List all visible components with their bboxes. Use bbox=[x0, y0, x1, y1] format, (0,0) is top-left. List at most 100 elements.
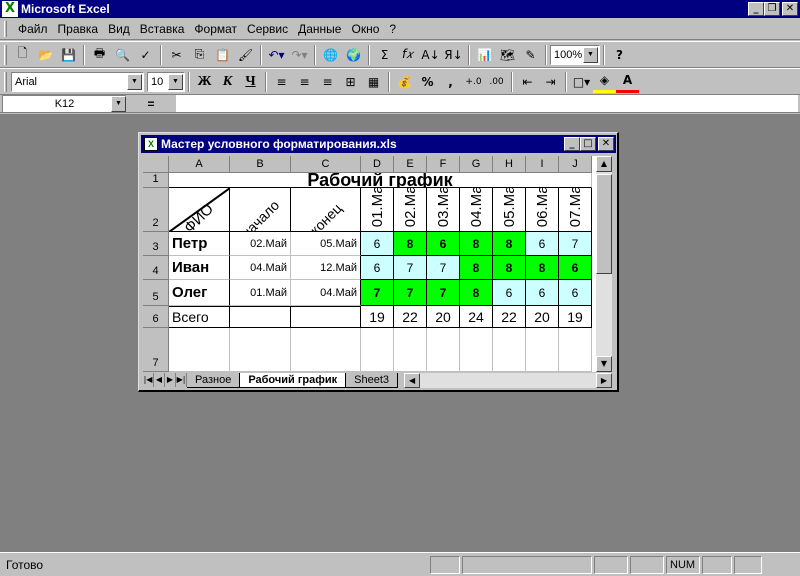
comma-button[interactable]: , bbox=[439, 71, 462, 93]
header-date[interactable]: 06.Май bbox=[526, 188, 559, 232]
decrease-indent-icon[interactable]: ⇤ bbox=[516, 71, 539, 93]
autosum-icon[interactable]: Σ bbox=[373, 44, 396, 66]
header-date[interactable]: 03.Май bbox=[427, 188, 460, 232]
open-folder-icon[interactable]: 📂 bbox=[34, 44, 57, 66]
align-center-icon[interactable]: ≡ bbox=[293, 71, 316, 93]
hours-cell[interactable]: 7 bbox=[559, 232, 592, 256]
align-right-icon[interactable]: ≡ bbox=[316, 71, 339, 93]
scroll-left-icon[interactable]: ◀ bbox=[404, 372, 421, 388]
save-icon[interactable]: 💾 bbox=[57, 44, 80, 66]
start-date[interactable]: 04.Май bbox=[230, 256, 291, 280]
chevron-down-icon[interactable]: ▼ bbox=[111, 96, 126, 112]
sheet-tab[interactable]: Разное bbox=[187, 372, 241, 388]
worksheet-grid[interactable]: A B C D E F G H I J 1 2 3 4 5 6 7 Рабочий график ФИО начало… bbox=[143, 156, 596, 372]
fill-color-icon[interactable]: ◈ bbox=[593, 71, 616, 93]
spelling-icon[interactable]: ✓ bbox=[134, 44, 157, 66]
merge-center-icon[interactable]: ⊞ bbox=[339, 71, 362, 93]
row-header[interactable]: 3 bbox=[143, 232, 169, 256]
total-cell[interactable]: 19 bbox=[361, 306, 394, 328]
column-header[interactable]: G bbox=[460, 156, 493, 173]
start-date[interactable]: 01.Май bbox=[230, 280, 291, 306]
hours-cell[interactable]: 6 bbox=[427, 232, 460, 256]
print-preview-icon[interactable]: 🔍 bbox=[111, 44, 134, 66]
sort-ascending-icon[interactable]: A↓ bbox=[419, 44, 442, 66]
menubar-grip[interactable] bbox=[4, 20, 7, 37]
insert-hyperlink-icon[interactable]: 🌐 bbox=[319, 44, 342, 66]
total-cell[interactable]: 24 bbox=[460, 306, 493, 328]
align-left-icon[interactable]: ≡ bbox=[270, 71, 293, 93]
hours-cell[interactable]: 6 bbox=[526, 280, 559, 306]
last-sheet-icon[interactable]: ▶| bbox=[176, 373, 187, 387]
header-date[interactable]: 07.Май bbox=[559, 188, 592, 232]
empty-cell[interactable] bbox=[460, 328, 493, 372]
hours-cell[interactable]: 7 bbox=[394, 280, 427, 306]
hours-cell[interactable]: 8 bbox=[394, 232, 427, 256]
bold-button[interactable]: Ж bbox=[193, 71, 216, 93]
total-cell[interactable]: 20 bbox=[427, 306, 460, 328]
chart-wizard-icon[interactable]: 📊 bbox=[473, 44, 496, 66]
hours-cell[interactable]: 6 bbox=[493, 280, 526, 306]
empty-cell[interactable] bbox=[230, 306, 291, 328]
header-fio[interactable]: ФИО bbox=[169, 188, 230, 232]
copy-icon[interactable]: ⎘ bbox=[188, 44, 211, 66]
row-header[interactable]: 6 bbox=[143, 306, 169, 328]
increase-indent-icon[interactable]: ⇥ bbox=[539, 71, 562, 93]
underline-button[interactable]: Ч bbox=[239, 71, 262, 93]
hours-cell[interactable]: 8 bbox=[460, 256, 493, 280]
format-painter-icon[interactable]: 🖌 bbox=[234, 44, 257, 66]
column-header[interactable]: H bbox=[493, 156, 526, 173]
print-icon[interactable]: 🖶 bbox=[88, 44, 111, 66]
workbook-minimize-button[interactable]: _ bbox=[564, 137, 580, 151]
first-sheet-icon[interactable]: |◀ bbox=[143, 373, 154, 387]
start-date[interactable]: 02.Май bbox=[230, 232, 291, 256]
end-date[interactable]: 04.Май bbox=[291, 280, 361, 306]
next-sheet-icon[interactable]: ▶ bbox=[165, 373, 176, 387]
restore-button[interactable]: ❐ bbox=[764, 2, 780, 16]
hours-cell[interactable]: 8 bbox=[493, 232, 526, 256]
chevron-down-icon[interactable]: ▼ bbox=[127, 73, 142, 90]
total-cell[interactable]: 19 bbox=[559, 306, 592, 328]
hours-cell[interactable]: 6 bbox=[559, 256, 592, 280]
menu-item[interactable]: Окно bbox=[346, 22, 384, 36]
cut-icon[interactable]: ✂ bbox=[165, 44, 188, 66]
empty-cell[interactable] bbox=[230, 328, 291, 372]
column-header[interactable]: E bbox=[394, 156, 427, 173]
menu-item[interactable]: Вставка bbox=[135, 22, 190, 36]
select-all-corner[interactable] bbox=[143, 156, 169, 173]
empty-cell[interactable] bbox=[291, 328, 361, 372]
empty-cell[interactable] bbox=[169, 328, 230, 372]
header-start[interactable]: начало bbox=[230, 188, 291, 232]
sheet-title[interactable]: Рабочий график bbox=[169, 173, 592, 188]
new-file-icon[interactable]: 🗋 bbox=[11, 44, 34, 66]
total-label[interactable]: Всего bbox=[169, 306, 230, 328]
hours-cell[interactable]: 8 bbox=[460, 280, 493, 306]
hours-cell[interactable]: 6 bbox=[361, 256, 394, 280]
menu-item[interactable]: Данные bbox=[293, 22, 346, 36]
row-header[interactable]: 7 bbox=[143, 328, 169, 372]
row-header[interactable]: 2 bbox=[143, 188, 169, 232]
row-header[interactable]: 5 bbox=[143, 280, 169, 306]
column-header[interactable]: F bbox=[427, 156, 460, 173]
menu-item[interactable]: ? bbox=[384, 22, 401, 36]
hours-cell[interactable]: 6 bbox=[559, 280, 592, 306]
column-header[interactable]: D bbox=[361, 156, 394, 173]
italic-button[interactable]: К bbox=[216, 71, 239, 93]
header-date[interactable]: 02.Май bbox=[394, 188, 427, 232]
workbook-maximize-button[interactable]: □ bbox=[580, 137, 596, 151]
empty-cell[interactable] bbox=[291, 306, 361, 328]
redo-icon[interactable]: ↷▾ bbox=[288, 44, 311, 66]
column-header[interactable]: I bbox=[526, 156, 559, 173]
currency-icon[interactable]: 💰 bbox=[393, 71, 416, 93]
header-end[interactable]: конец bbox=[291, 188, 361, 232]
menu-item[interactable]: Правка bbox=[53, 22, 104, 36]
column-header[interactable]: J bbox=[559, 156, 592, 173]
function-icon[interactable]: f𝑥 bbox=[396, 44, 419, 66]
hours-cell[interactable]: 7 bbox=[361, 280, 394, 306]
paste-icon[interactable]: 📋 bbox=[211, 44, 234, 66]
chevron-down-icon[interactable]: ▼ bbox=[583, 46, 598, 63]
borders-icon[interactable]: □▾ bbox=[570, 71, 593, 93]
empty-cell[interactable] bbox=[559, 328, 592, 372]
person-name[interactable]: Иван bbox=[169, 256, 230, 280]
scroll-down-icon[interactable]: ▼ bbox=[596, 356, 612, 372]
menu-item[interactable]: Сервис bbox=[242, 22, 293, 36]
